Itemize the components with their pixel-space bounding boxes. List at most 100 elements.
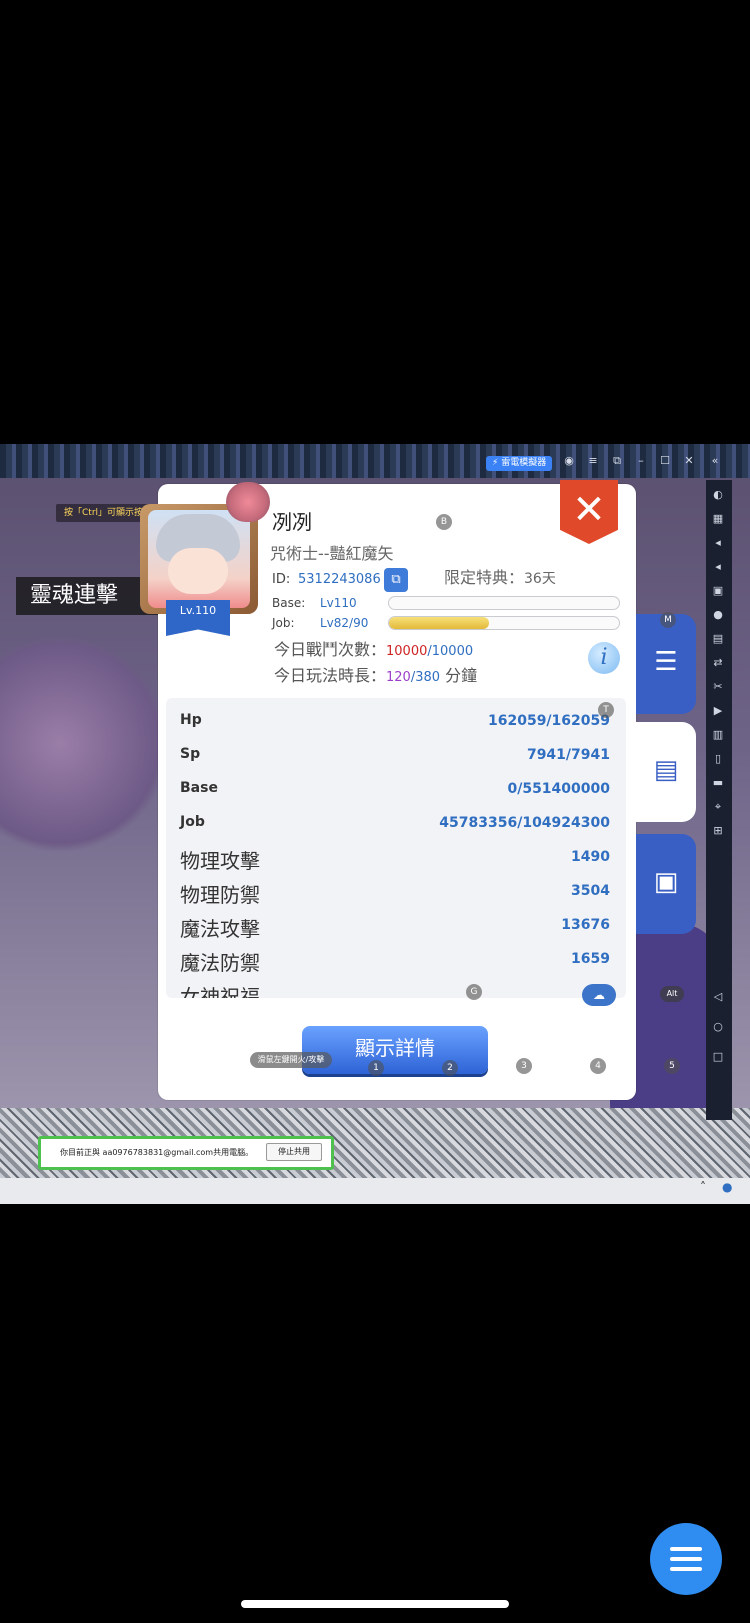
today-playtime: 今日玩法時長：120/380 分鐘 (274, 662, 477, 686)
user-icon[interactable]: ◉ (562, 454, 576, 468)
microphone-icon[interactable]: ● (722, 1180, 732, 1194)
home-indicator[interactable] (241, 1600, 509, 1608)
key-hint-m: M (660, 612, 676, 628)
stat-row: 魔法防禦 1659 (166, 944, 626, 978)
privilege-label: 限定特典： (444, 568, 525, 587)
maximize-icon[interactable]: ☐ (658, 454, 672, 468)
job-exp-bar-fill (389, 617, 490, 629)
floating-menu-button[interactable] (650, 1523, 722, 1595)
key-hint-1: 1 (368, 1060, 384, 1076)
screenshot-icon[interactable]: ▣ (709, 582, 727, 600)
screen-share-text: 你目前正與 aa0976783831@gmail.com共用電腦。 (60, 1148, 254, 1157)
stat-value: 1490 (571, 849, 610, 865)
stat-label: Hp (180, 712, 202, 728)
emulator-badge-label: 雷電模擬器 (501, 458, 547, 468)
multi-instance-icon[interactable]: ⊞ (709, 822, 727, 840)
emulator-window: ⚡ 雷電模擬器 ◉ ≡ ⧉ – ☐ ✕ « ◐ ▦ ◂ ◂ ▣ ● ▤ ⇄ ✂ … (0, 444, 750, 1204)
job-exp-bar (388, 616, 620, 630)
stat-row: Base 0/551400000 (166, 774, 626, 808)
hamburger-icon (670, 1547, 702, 1551)
stat-value: 0/551400000 (507, 781, 610, 797)
folder-icon[interactable]: ▬ (709, 774, 727, 792)
tab-profile[interactable]: ▣ (636, 834, 696, 934)
calendar-icon: ▤ (653, 755, 679, 785)
base-level-value: Lv110 (320, 596, 357, 610)
info-icon: i (600, 645, 608, 670)
stat-label: Base (180, 780, 218, 796)
privilege-text: 限定特典：36天 (444, 564, 556, 588)
record-icon[interactable]: ● (709, 606, 727, 624)
scissors-icon[interactable]: ✂ (709, 678, 727, 696)
apk-icon[interactable]: ▤ (709, 630, 727, 648)
stat-label: 女神祝福 (180, 985, 260, 998)
stat-value: 7941/7941 (526, 747, 610, 763)
recents-icon[interactable]: □ (709, 1048, 727, 1066)
stats-table[interactable]: Hp 162059/162059 Sp 7941/7941 Base 0/55140000… (166, 698, 626, 998)
base-exp-bar (388, 596, 620, 610)
today-battles: 今日戰鬥次數：10000/10000 (274, 636, 473, 660)
today-playtime-label: 今日玩法時長： (274, 666, 387, 685)
minimize-icon[interactable]: – (634, 454, 648, 468)
key-hint-g: G (466, 984, 482, 1000)
key-hint-2: 2 (442, 1060, 458, 1076)
job-level-label: Job: (272, 616, 295, 630)
key-hint-5: 5 (664, 1058, 680, 1074)
character-class: 咒術士--豔紅魔矢 (270, 544, 394, 563)
job-level-value: Lv82/90 (320, 616, 369, 630)
avatar-face (168, 548, 228, 594)
contact-book-icon: ▣ (653, 867, 679, 897)
hamburger-icon-line (670, 1557, 702, 1561)
today-playtime-unit: 分鐘 (440, 666, 478, 685)
stop-sharing-button[interactable]: 停止共用 (266, 1143, 322, 1161)
stat-row: Sp 7941/7941 (166, 740, 626, 774)
copy-id-button[interactable]: ⧉ (384, 568, 408, 592)
id-value: 5312243086 (298, 572, 381, 587)
mouse-hint-tooltip: 滑鼠左鍵開火/攻擊 (250, 1052, 332, 1068)
tab-attributes[interactable]: ☰ (636, 614, 696, 714)
phone-icon[interactable]: ▯ (709, 750, 727, 768)
tab-records[interactable]: ▤ (636, 722, 696, 822)
keyboard-icon[interactable]: ▦ (709, 510, 727, 528)
cloud-icon: ☁ (582, 984, 616, 1006)
info-button[interactable]: i (588, 642, 620, 674)
stat-row: 物理防禦 3504 (166, 876, 626, 910)
volume-down-icon[interactable]: ◂ (709, 558, 727, 576)
stat-row: Job 45783356/104924300 (166, 808, 626, 842)
back-icon[interactable]: ◁ (709, 988, 727, 1006)
key-hint-3: 3 (516, 1058, 532, 1074)
video-icon[interactable]: ▶ (709, 702, 727, 720)
stat-row: 魔法攻擊 13676 (166, 910, 626, 944)
copy-icon: ⧉ (391, 572, 401, 587)
id-label: ID: (272, 572, 291, 587)
today-battles-current: 10000 (386, 644, 428, 659)
home-icon[interactable]: ○ (709, 1018, 727, 1036)
key-hint-4: 4 (590, 1058, 606, 1074)
skill-banner: 靈魂連擊 (16, 577, 158, 615)
privilege-days: 36天 (524, 571, 556, 587)
key-hint-alt: Alt (660, 986, 684, 1002)
stat-value: 45783356/104924300 (439, 815, 610, 831)
macro-icon[interactable]: ▥ (709, 726, 727, 744)
gamepad-icon[interactable]: ◐ (709, 486, 727, 504)
base-level-label: Base: (272, 596, 306, 610)
avatar-decoration (226, 482, 270, 522)
key-hint-t: T (598, 702, 614, 718)
stat-label: Sp (180, 746, 201, 762)
today-battles-total: /10000 (427, 644, 474, 659)
close-icon[interactable]: ✕ (682, 454, 696, 468)
today-playtime-total: /380 (410, 670, 441, 685)
stat-label: 物理攻擊 (180, 849, 260, 873)
stat-value: 162059/162059 (487, 713, 610, 729)
show-details-button[interactable]: 顯示詳情 (302, 1026, 488, 1074)
host-taskbar (0, 1178, 750, 1204)
restore-icon[interactable]: ⧉ (610, 454, 624, 468)
volume-up-icon[interactable]: ◂ (709, 534, 727, 552)
emulator-badge[interactable]: ⚡ 雷電模擬器 (486, 456, 553, 471)
location-icon[interactable]: ⌖ (709, 798, 727, 816)
collapse-icon[interactable]: « (708, 454, 722, 468)
chevron-up-icon[interactable]: ˄ (700, 1180, 706, 1194)
menu-icon[interactable]: ≡ (586, 454, 600, 468)
sync-icon[interactable]: ⇄ (709, 654, 727, 672)
hamburger-icon-line (670, 1567, 702, 1571)
stat-row: 物理攻擊 1490 (166, 842, 626, 876)
